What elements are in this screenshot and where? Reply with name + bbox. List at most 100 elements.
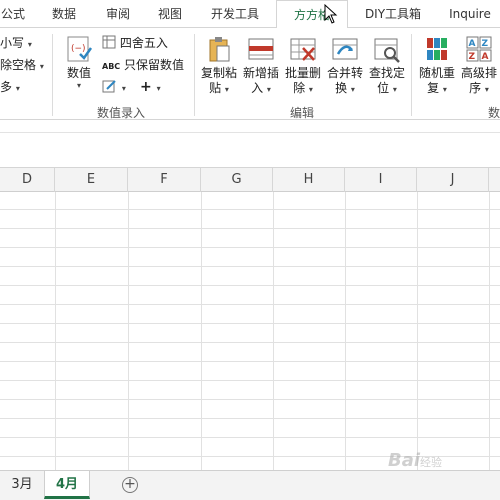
clipboard-icon	[204, 34, 234, 64]
column-header-i[interactable]: I	[345, 168, 417, 192]
delete-cells-icon	[288, 34, 318, 64]
svg-text:Z: Z	[469, 52, 476, 62]
watermark-text: Bai	[388, 450, 421, 471]
grid-row-line	[0, 247, 500, 248]
merge-convert-button[interactable]: 合并转 换 ▾	[324, 34, 366, 97]
grid-row-line	[0, 285, 500, 286]
ribbon-panel: 小写 ▾ 除空格 ▾ 多 ▾ (−) 数值 ▾ 四舍五入 ABC 只保留数值 ▾…	[0, 28, 500, 120]
chevron-down-icon: ▾	[76, 81, 81, 90]
chevron-down-icon: ▾	[15, 84, 20, 93]
grid-row-line	[0, 228, 500, 229]
grid-column-line	[489, 192, 490, 470]
batch-delete-button[interactable]: 批量删 除 ▾	[282, 34, 324, 97]
column-header-d[interactable]: D	[0, 168, 55, 192]
chevron-down-icon: ▾	[442, 85, 447, 94]
grid-row-line	[0, 304, 500, 305]
chevron-down-icon: ▾	[224, 85, 229, 94]
edit-group-label: 编辑	[290, 106, 315, 120]
random-repeat-label-line2: 复	[427, 81, 440, 95]
chevron-down-icon: ▾	[484, 85, 489, 94]
copy-paste-label-line2: 贴	[209, 81, 222, 95]
svg-text:A: A	[482, 52, 489, 62]
edit-format-icon	[102, 80, 116, 93]
column-header-h[interactable]: H	[273, 168, 345, 192]
svg-text:A: A	[469, 39, 476, 49]
find-locate-button[interactable]: 查找定 位 ▾	[366, 34, 408, 97]
keep-values-button[interactable]: ABC 只保留数值	[102, 56, 184, 74]
formula-bar-area[interactable]	[0, 120, 500, 168]
value-icon: (−)	[64, 34, 94, 64]
mouse-cursor-icon	[324, 4, 338, 24]
tab-developer[interactable]: 开发工具	[206, 0, 264, 28]
chevron-down-icon: ▾	[350, 85, 355, 94]
chevron-down-icon: ▾	[308, 85, 313, 94]
edit-format-button[interactable]: ▾	[102, 78, 126, 96]
formula-bar-divider	[0, 132, 500, 133]
chevron-down-icon: ▾	[121, 84, 126, 93]
tab-inquire[interactable]: Inquire	[444, 0, 496, 28]
sheet-tab-bar: 3月 4月 +	[0, 470, 500, 500]
merge-convert-label-line2: 换	[335, 81, 348, 95]
advanced-sort-label: 高级排	[460, 66, 497, 80]
remove-spaces-item[interactable]: 除空格 ▾	[0, 56, 44, 74]
round-icon	[102, 35, 116, 49]
column-header-e[interactable]: E	[55, 168, 128, 192]
random-repeat-button[interactable]: 随机重 复 ▾	[416, 34, 458, 97]
partial-group-label: 数	[488, 106, 500, 120]
column-header-f[interactable]: F	[128, 168, 201, 192]
grid-row-line	[0, 380, 500, 381]
copy-paste-label: 复制粘	[200, 66, 237, 80]
insert-row-icon	[246, 34, 276, 64]
add-button[interactable]: + ▾	[140, 78, 161, 96]
value-button[interactable]: (−) 数值 ▾	[58, 34, 100, 90]
grid-column-line	[417, 192, 418, 470]
tab-data[interactable]: 数据	[46, 0, 82, 28]
batch-delete-label-line2: 除	[293, 81, 306, 95]
find-locate-label: 查找定	[368, 66, 405, 80]
grid-row-line	[0, 437, 500, 438]
round-button[interactable]: 四舍五入	[102, 34, 168, 52]
chevron-down-icon: ▾	[392, 85, 397, 94]
insert-label-line2: 入	[251, 81, 264, 95]
column-header-j[interactable]: J	[417, 168, 489, 192]
tab-diy-toolbox[interactable]: DIY工具箱	[360, 0, 426, 28]
random-repeat-label: 随机重	[418, 66, 455, 80]
tab-view[interactable]: 视图	[152, 0, 188, 28]
tab-review[interactable]: 审阅	[100, 0, 136, 28]
grid-row-line	[0, 342, 500, 343]
copy-paste-button[interactable]: 复制粘 贴 ▾	[198, 34, 240, 97]
column-headers: D E F G H I J	[0, 168, 500, 192]
insert-label: 新增插	[242, 66, 279, 80]
grid-column-line	[273, 192, 274, 470]
advanced-sort-button[interactable]: A Z Z A 高级排 序 ▾	[458, 34, 500, 97]
tab-formulas[interactable]: 公式	[0, 0, 28, 28]
column-header-g[interactable]: G	[201, 168, 273, 192]
sheet-tab-march[interactable]: 3月	[2, 471, 42, 499]
data-entry-group-label: 数值录入	[97, 106, 146, 120]
lowercase-item[interactable]: 小写 ▾	[0, 34, 32, 52]
round-label: 四舍五入	[119, 36, 168, 50]
grid-row-line	[0, 323, 500, 324]
add-sheet-icon[interactable]: +	[122, 477, 138, 493]
merge-convert-label: 合并转	[326, 66, 363, 80]
remove-spaces-label: 除空格	[0, 58, 37, 72]
svg-text:Z: Z	[482, 39, 489, 49]
value-button-label: 数值	[66, 66, 91, 80]
grid-column-line	[55, 192, 56, 470]
keep-values-label: 只保留数值	[124, 58, 185, 72]
insert-button[interactable]: 新增插 入 ▾	[240, 34, 282, 97]
chevron-down-icon: ▾	[27, 40, 32, 49]
chevron-down-icon: ▾	[39, 62, 44, 71]
abc-icon: ABC	[102, 62, 121, 71]
grid-row-line	[0, 209, 500, 210]
chevron-down-icon: ▾	[266, 85, 271, 94]
chevron-down-icon: ▾	[156, 84, 161, 93]
lowercase-label: 小写	[0, 36, 25, 50]
watermark-suffix: 经验	[420, 456, 443, 469]
search-icon	[372, 34, 402, 64]
grid-column-line	[128, 192, 129, 470]
cell-grid[interactable]	[0, 192, 500, 470]
more-item[interactable]: 多 ▾	[0, 78, 20, 96]
group-separator	[52, 34, 53, 116]
sheet-tab-april[interactable]: 4月	[44, 471, 90, 499]
